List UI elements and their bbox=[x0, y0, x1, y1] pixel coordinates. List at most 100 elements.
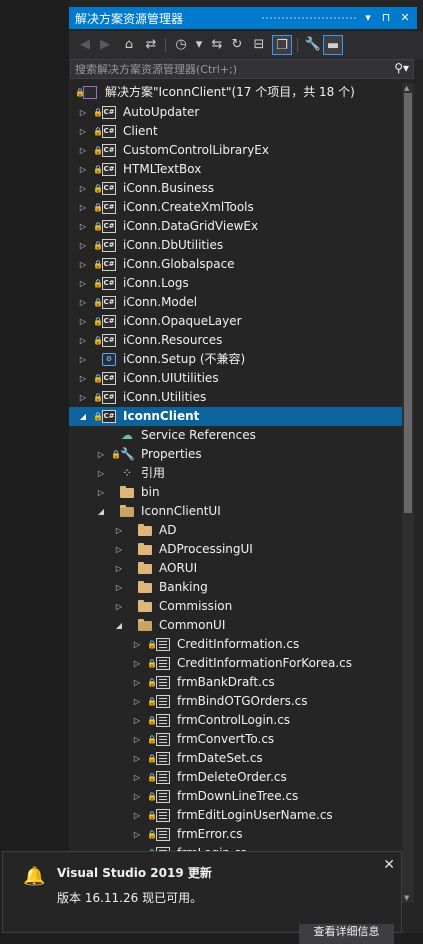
expand-icon[interactable]: ▷ bbox=[77, 369, 89, 388]
close-icon[interactable]: ✕ bbox=[396, 9, 414, 27]
expand-icon[interactable]: ▷ bbox=[95, 464, 107, 483]
pin-icon[interactable]: ⊓ bbox=[377, 9, 395, 27]
show-all-files-icon[interactable]: ❐ bbox=[272, 35, 292, 55]
expand-icon[interactable]: ▷ bbox=[77, 331, 89, 350]
expand-icon[interactable]: ▷ bbox=[131, 787, 143, 806]
expand-icon[interactable]: ▷ bbox=[131, 635, 143, 654]
tree-row-file[interactable]: ▷ 🔒 CreditInformationForKorea.cs bbox=[69, 654, 402, 673]
expand-icon[interactable]: ▷ bbox=[77, 122, 89, 141]
tree-row-item[interactable]: ▷ 🔒 🔧 Properties bbox=[69, 445, 402, 464]
collapse-icon[interactable]: ◢ bbox=[113, 616, 125, 635]
tree-row-project[interactable]: ▷ 🔒 C# CustomControlLibraryEx bbox=[69, 141, 402, 160]
pending-changes-filter-icon[interactable]: ◷ bbox=[171, 35, 191, 55]
tree-row-folder[interactable]: ▷ Commission bbox=[69, 597, 402, 616]
search-input[interactable] bbox=[75, 61, 375, 77]
expand-icon[interactable]: ▷ bbox=[113, 578, 125, 597]
tree-row-folder[interactable]: ▷ bin bbox=[69, 483, 402, 502]
tree-row-project[interactable]: ▷ 🔒 C# iConn.CreateXmlTools bbox=[69, 198, 402, 217]
forward-icon[interactable]: ▶ bbox=[95, 35, 115, 55]
window-position-dropdown-icon[interactable]: ▾ bbox=[359, 9, 377, 27]
collapse-icon[interactable]: ◢ bbox=[95, 502, 107, 521]
tree-row-project[interactable]: ▷ 🔒 C# HTMLTextBox bbox=[69, 160, 402, 179]
expand-icon[interactable]: ▷ bbox=[113, 597, 125, 616]
tree-row-folder[interactable]: ▷ AD bbox=[69, 521, 402, 540]
tree-row-file[interactable]: ▷ 🔒 frmDownLineTree.cs bbox=[69, 787, 402, 806]
expand-icon[interactable]: ▷ bbox=[77, 388, 89, 407]
tree-row-folder[interactable]: ▷ ADProcessingUI bbox=[69, 540, 402, 559]
tree-row-folder[interactable]: ◢ CommonUI bbox=[69, 616, 402, 635]
expand-icon[interactable]: ▷ bbox=[77, 217, 89, 236]
tree-row-project[interactable]: ▷ 🔒 C# iConn.UIUtilities bbox=[69, 369, 402, 388]
expand-icon[interactable]: ▷ bbox=[113, 540, 125, 559]
tree-row-project[interactable]: ▷ 🔒 C# iConn.Business bbox=[69, 179, 402, 198]
sync-active-document-icon[interactable]: ⇆ bbox=[207, 35, 227, 55]
expand-icon[interactable]: ▷ bbox=[77, 198, 89, 217]
tree-row-project[interactable]: ▷ 🔒 C# iConn.OpaqueLayer bbox=[69, 312, 402, 331]
tree-row-file[interactable]: ▷ 🔒 frmBankDraft.cs bbox=[69, 673, 402, 692]
expand-icon[interactable]: ▷ bbox=[77, 160, 89, 179]
expand-icon[interactable]: ▷ bbox=[77, 179, 89, 198]
expand-icon[interactable]: ▷ bbox=[77, 236, 89, 255]
back-icon[interactable]: ◀ bbox=[75, 35, 95, 55]
expand-icon[interactable]: ▷ bbox=[77, 312, 89, 331]
expand-icon[interactable]: ▷ bbox=[113, 521, 125, 540]
expand-icon[interactable]: ▷ bbox=[77, 141, 89, 160]
expand-icon[interactable]: ▷ bbox=[77, 255, 89, 274]
search-box[interactable]: ⚲▾ bbox=[70, 59, 414, 79]
tree-row-project[interactable]: ▷ 🔒 C# iConn.DataGridViewEx bbox=[69, 217, 402, 236]
tree-row-project[interactable]: ▷ 🔒 C# AutoUpdater bbox=[69, 103, 402, 122]
tree-row-project[interactable]: ▷ 🔒 C# iConn.Globalspace bbox=[69, 255, 402, 274]
collapse-all-icon[interactable]: ⊟ bbox=[249, 35, 269, 55]
expand-icon[interactable]: ▷ bbox=[77, 293, 89, 312]
expand-icon[interactable]: ▷ bbox=[113, 559, 125, 578]
preview-selected-items-icon[interactable]: ▬ bbox=[323, 35, 343, 55]
tree-row-project[interactable]: ▷ 🔒 C# iConn.Utilities bbox=[69, 388, 402, 407]
collapse-icon[interactable]: ◢ bbox=[77, 407, 89, 426]
tree-row-project[interactable]: ▷ 🔒 C# iConn.Model bbox=[69, 293, 402, 312]
tree-row-file[interactable]: ▷ 🔒 frmConvertTo.cs bbox=[69, 730, 402, 749]
expand-icon[interactable]: ▷ bbox=[77, 274, 89, 293]
expand-icon[interactable]: ▷ bbox=[95, 445, 107, 464]
refresh-icon[interactable]: ↻ bbox=[227, 35, 247, 55]
tree-row-folder[interactable]: ▷ Banking bbox=[69, 578, 402, 597]
scroll-down-icon[interactable]: ▼ bbox=[404, 894, 409, 902]
tree-row-item[interactable]: ☁ Service References bbox=[69, 426, 402, 445]
home-icon[interactable]: ⌂ bbox=[119, 35, 139, 55]
expand-icon[interactable]: ▷ bbox=[131, 654, 143, 673]
expand-icon[interactable]: ▷ bbox=[77, 350, 89, 369]
tree-row-file[interactable]: ▷ 🔒 frmDeleteOrder.cs bbox=[69, 768, 402, 787]
properties-wrench-icon[interactable]: 🔧 bbox=[303, 35, 323, 55]
tree-row-item[interactable]: ▷ ⁘ 引用 bbox=[69, 464, 402, 483]
tree-row-file[interactable]: ▷ 🔒 frmBindOTGOrders.cs bbox=[69, 692, 402, 711]
expand-icon[interactable]: ▷ bbox=[131, 711, 143, 730]
scroll-up-icon[interactable]: ▲ bbox=[404, 84, 409, 92]
close-icon[interactable]: ✕ bbox=[383, 857, 395, 873]
tree-row-folder[interactable]: ▷ AORUI bbox=[69, 559, 402, 578]
tree-row-project[interactable]: ▷ 🔒 C# iConn.Resources bbox=[69, 331, 402, 350]
tree-row-file[interactable]: ▷ 🔒 frmError.cs bbox=[69, 825, 402, 844]
tree-row-project[interactable]: ▷ ⚙ iConn.Setup (不兼容) bbox=[69, 350, 402, 369]
search-icon[interactable]: ⚲▾ bbox=[394, 61, 409, 75]
expand-icon[interactable]: ▷ bbox=[77, 103, 89, 122]
tree-row-folder[interactable]: ◢ IconnClientUI bbox=[69, 502, 402, 521]
expand-icon[interactable]: ▷ bbox=[95, 483, 107, 502]
vertical-scrollbar[interactable]: ▲ ▼ bbox=[402, 83, 414, 903]
tree-row-project[interactable]: ▷ 🔒 C# iConn.Logs bbox=[69, 274, 402, 293]
tree-row-project[interactable]: ▷ 🔒 C# Client bbox=[69, 122, 402, 141]
switch-views-icon[interactable]: ⇄ bbox=[141, 35, 161, 55]
expand-icon[interactable]: ▷ bbox=[131, 730, 143, 749]
tree-row-file[interactable]: ▷ 🔒 CreditInformation.cs bbox=[69, 635, 402, 654]
expand-icon[interactable]: ▷ bbox=[131, 825, 143, 844]
expand-icon[interactable]: ▷ bbox=[131, 749, 143, 768]
filter-dropdown-icon[interactable]: ▾ bbox=[189, 35, 209, 55]
tree-row-file[interactable]: ▷ 🔒 frmEditLoginUserName.cs bbox=[69, 806, 402, 825]
view-details-button[interactable]: 查看详细信息 bbox=[299, 924, 394, 944]
scrollbar-thumb[interactable] bbox=[404, 93, 412, 513]
tree-row-project-selected[interactable]: ◢ 🔒 C# IconnClient bbox=[69, 407, 402, 426]
panel-title-bar[interactable]: 解决方案资源管理器 ▾ ⊓ ✕ bbox=[69, 7, 417, 29]
expand-icon[interactable]: ▷ bbox=[131, 692, 143, 711]
expand-icon[interactable]: ▷ bbox=[131, 806, 143, 825]
tree-row-file[interactable]: ▷ 🔒 frmControlLogin.cs bbox=[69, 711, 402, 730]
expand-icon[interactable]: ▷ bbox=[131, 673, 143, 692]
expand-icon[interactable]: ▷ bbox=[131, 768, 143, 787]
